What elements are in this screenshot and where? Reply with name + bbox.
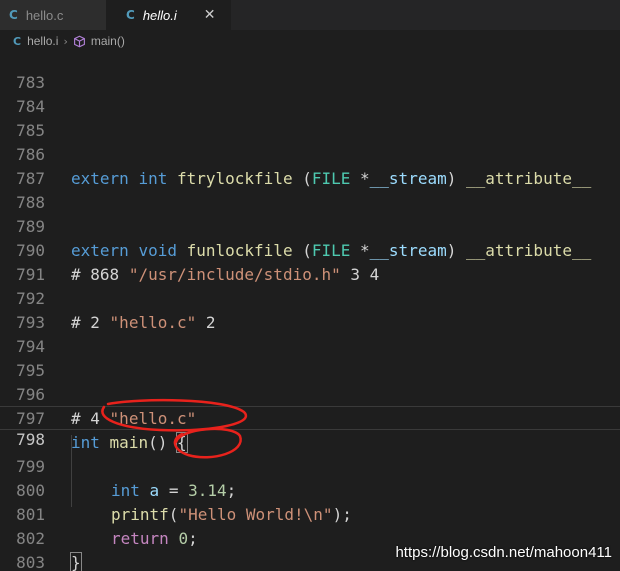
cube-symbol-icon bbox=[73, 35, 85, 47]
code-line: 787 bbox=[0, 143, 620, 188]
code-line: 792 # 2 "hello.c" 2 bbox=[0, 263, 620, 332]
tab-hello-i[interactable]: C hello.i ✕ bbox=[106, 0, 231, 30]
c-file-icon: C bbox=[126, 8, 135, 22]
code-line: 801 return 0; bbox=[0, 479, 620, 548]
line-number: 803 bbox=[16, 553, 45, 571]
breadcrumb: C hello.i › main() bbox=[0, 30, 620, 52]
code-line: 795 bbox=[0, 335, 620, 380]
code-line: 784 bbox=[0, 71, 620, 116]
breadcrumb-symbol[interactable]: main() bbox=[91, 34, 125, 48]
editor-tab-bar: C hello.c C hello.i ✕ bbox=[0, 0, 620, 30]
code-line: 788 bbox=[0, 167, 620, 212]
tab-label: hello.c bbox=[25, 7, 64, 23]
code-text: } bbox=[70, 552, 82, 571]
chevron-right-icon: › bbox=[63, 34, 68, 48]
code-line: 789 extern void funlockfile (FILE *__str… bbox=[0, 191, 620, 260]
c-file-icon: C bbox=[13, 34, 22, 48]
code-line: 790 # 868 "/usr/include/stdio.h" 3 4 bbox=[0, 215, 620, 284]
code-line: 797 int main() { bbox=[0, 383, 620, 453]
c-file-icon: C bbox=[9, 8, 18, 22]
code-editor[interactable]: 783 784 785 786 extern int ftrylockfile … bbox=[0, 52, 620, 571]
code-line: 785 bbox=[0, 95, 620, 140]
indent-guide bbox=[71, 435, 72, 507]
code-line: 793 bbox=[0, 287, 620, 332]
tab-hello-c[interactable]: C hello.c bbox=[0, 0, 106, 30]
current-line[interactable]: 798 bbox=[0, 406, 620, 449]
code-line: 802 } bbox=[0, 503, 620, 571]
code-line: 796 # 4 "hello.c" bbox=[0, 359, 620, 428]
code-line: 786 extern int ftrylockfile (FILE *__str… bbox=[0, 119, 620, 188]
close-icon[interactable]: ✕ bbox=[204, 7, 216, 23]
breadcrumb-file[interactable]: hello.i bbox=[27, 34, 58, 48]
watermark: https://blog.csdn.net/mahoon411 bbox=[395, 544, 612, 561]
code-line: 783 bbox=[0, 52, 620, 92]
code-line: 791 bbox=[0, 239, 620, 284]
code-line: 799 int a = 3.14; bbox=[0, 431, 620, 500]
tab-label: hello.i bbox=[142, 7, 177, 23]
code-line: 800 printf("Hello World!\n"); bbox=[0, 455, 620, 524]
code-line: 794 bbox=[0, 311, 620, 356]
